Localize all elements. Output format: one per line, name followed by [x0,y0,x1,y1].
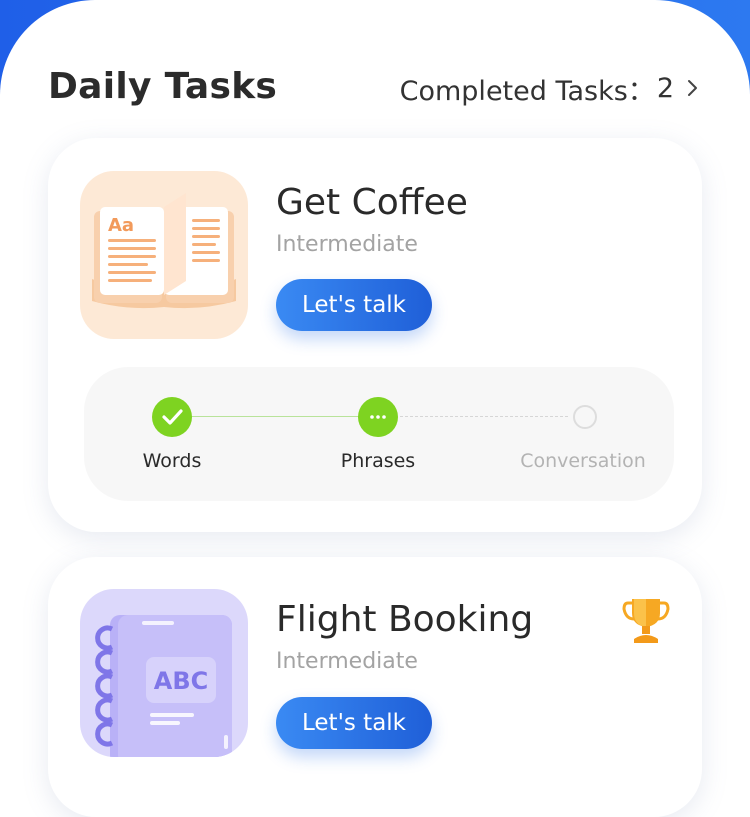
lets-talk-button[interactable]: Let's talk [276,697,432,749]
check-icon [162,409,183,425]
chevron-right-icon [688,80,697,96]
step-words-node [152,397,192,437]
completed-tasks-label: Completed Tasks： [399,75,655,107]
step-progress: Words Phrases Conversation [84,367,674,501]
completed-tasks-link[interactable]: Completed Tasks： 2 [399,70,704,107]
task-title: Flight Booking [276,599,534,640]
lets-talk-button[interactable]: Let's talk [276,279,432,331]
step-conversation-node [573,405,597,429]
completed-tasks-count: 2 [656,72,674,104]
open-book-icon: Aa [92,193,236,309]
task-level: Intermediate [276,649,418,674]
trophy-icon [622,599,670,643]
task-card[interactable]: ABC Flight Booking Intermediate Let's ta… [48,557,702,817]
step-label-conversation: Conversation [520,450,646,472]
progress-line-completed [172,416,360,417]
task-title: Get Coffee [276,182,468,223]
ellipsis-icon [370,415,386,419]
step-label-phrases: Phrases [340,450,416,472]
progress-line-pending [400,416,568,417]
task-level: Intermediate [276,232,418,257]
task-card[interactable]: Aa Get Coffee Intermediate Let's talk Wo… [48,138,702,532]
task-thumbnail: ABC [80,589,248,757]
content-sheet: Daily Tasks Completed Tasks： 2 Aa Get Co… [0,0,750,817]
thumbnail-letters: Aa [108,215,134,236]
step-label-words: Words [142,450,202,472]
thumbnail-letters: ABC [154,667,208,695]
task-thumbnail: Aa [80,171,248,339]
page-title: Daily Tasks [48,66,278,107]
notebook-icon: ABC [95,615,232,757]
step-phrases-node [358,397,398,437]
